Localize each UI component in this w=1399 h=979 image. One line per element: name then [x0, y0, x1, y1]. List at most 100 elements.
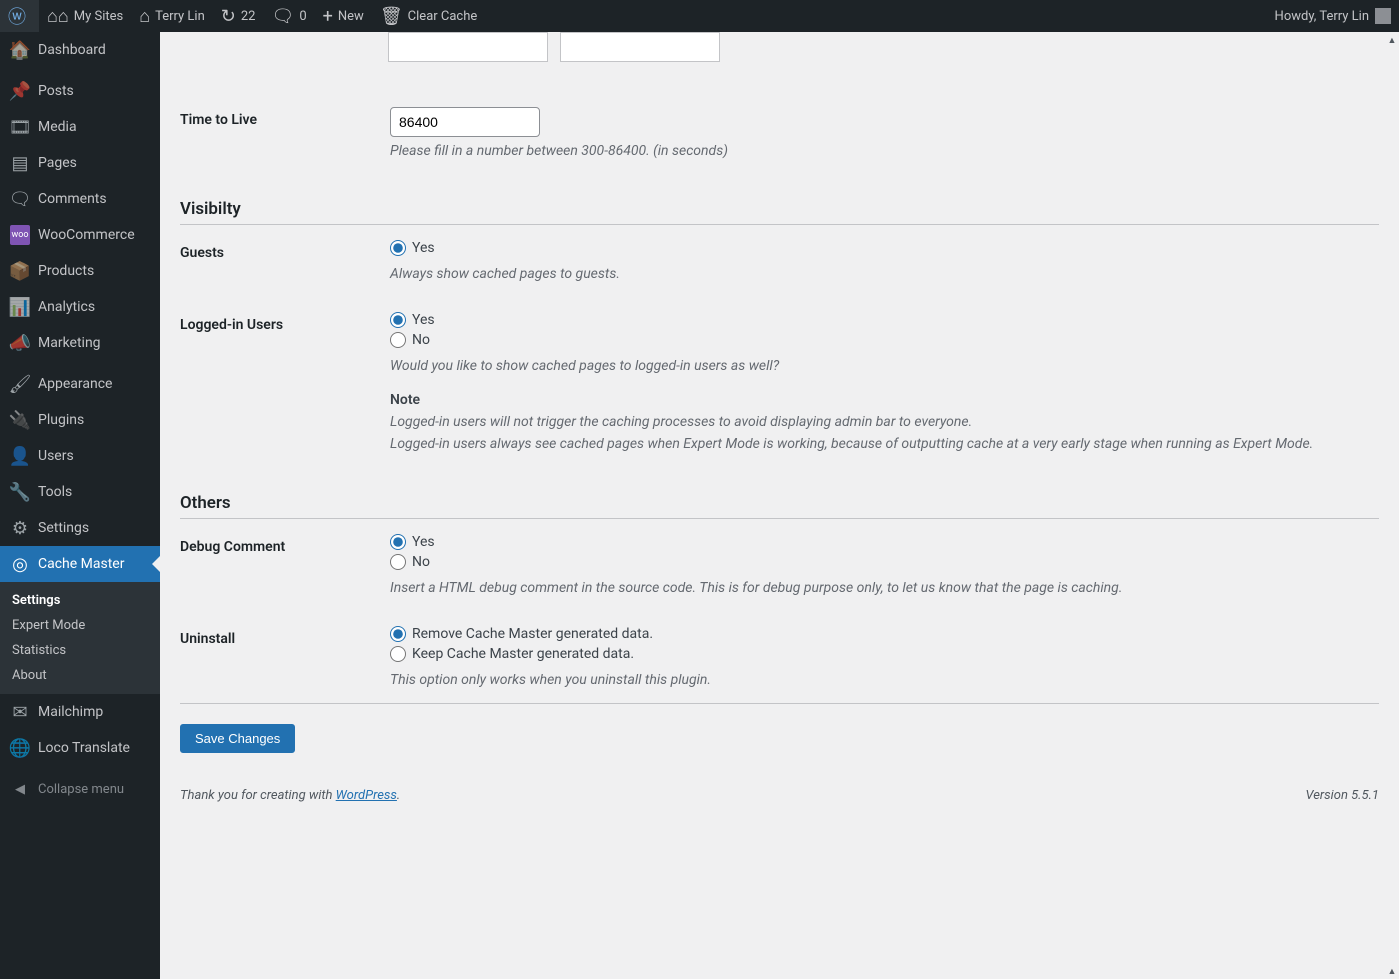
translate-icon: 🌐: [10, 738, 30, 758]
submenu-expert-mode[interactable]: Expert Mode: [0, 613, 160, 638]
sidebar-item-plugins[interactable]: 🔌Plugins: [0, 402, 160, 438]
sites-icon: ⌂⌂: [47, 6, 69, 27]
footer: Thank you for creating with WordPress. V…: [160, 773, 1399, 818]
sidebar-item-settings[interactable]: ⚙Settings: [0, 510, 160, 546]
sidebar-item-products[interactable]: 📦Products: [0, 253, 160, 289]
loggedin-yes-label: Yes: [412, 312, 435, 328]
site-name-menu[interactable]: ⌂Terry Lin: [131, 0, 213, 32]
new-content-menu[interactable]: +New: [315, 0, 372, 32]
loggedin-no-radio[interactable]: [390, 332, 406, 348]
visibility-heading: Visibilty: [180, 199, 1379, 219]
howdy-label: Howdy, Terry Lin: [1275, 9, 1369, 24]
guests-yes-option[interactable]: Yes: [390, 240, 435, 256]
option-card[interactable]: [388, 32, 548, 62]
uninstall-remove-label: Remove Cache Master generated data.: [412, 626, 653, 642]
clear-cache-button[interactable]: 🗑 Clear Cache: [372, 0, 485, 32]
guests-yes-radio[interactable]: [390, 240, 406, 256]
sidebar-item-posts[interactable]: 📌Posts: [0, 73, 160, 109]
section-divider: [180, 703, 1379, 704]
debug-yes-option[interactable]: Yes: [390, 534, 435, 550]
admin-sidebar: 🏠 Dashboard 📌Posts 🎞Media ▤Pages 🗨Comment…: [0, 32, 160, 979]
site-name-label: Terry Lin: [155, 9, 205, 24]
sidebar-item-label: Pages: [38, 155, 77, 171]
uninstall-label: Uninstall: [180, 611, 380, 703]
sidebar-item-label: Users: [38, 448, 74, 464]
comments-menu[interactable]: 🗨0: [263, 0, 314, 32]
uninstall-keep-option[interactable]: Keep Cache Master generated data.: [390, 646, 634, 662]
account-menu[interactable]: Howdy, Terry Lin: [1267, 0, 1399, 32]
trash-icon: 🗑: [380, 6, 403, 27]
debug-yes-label: Yes: [412, 534, 435, 550]
sidebar-item-pages[interactable]: ▤Pages: [0, 145, 160, 181]
new-label: New: [338, 9, 364, 24]
user-icon: 👤: [10, 446, 30, 466]
debug-label: Debug Comment: [180, 519, 380, 611]
cache-icon: ◎: [10, 554, 30, 574]
sidebar-item-users[interactable]: 👤 Users: [0, 438, 160, 474]
ttl-input[interactable]: [390, 107, 540, 137]
note-line-2: Logged-in users always see cached pages …: [390, 436, 1369, 452]
clear-cache-label: Clear Cache: [408, 9, 478, 24]
analytics-icon: 📊: [10, 297, 30, 317]
sidebar-item-cache-master[interactable]: ◎ Cache Master: [0, 546, 160, 582]
sidebar-item-label: Dashboard: [38, 42, 106, 58]
sidebar-item-appearance[interactable]: 🖌 Appearance: [0, 366, 160, 402]
note-heading: Note: [390, 392, 1369, 408]
brush-icon: 🖌: [10, 374, 30, 394]
dashboard-icon: 🏠: [10, 40, 30, 60]
collapse-menu[interactable]: ◀Collapse menu: [0, 771, 160, 807]
debug-no-option[interactable]: No: [390, 554, 430, 570]
debug-no-radio[interactable]: [390, 554, 406, 570]
sidebar-item-media[interactable]: 🎞Media: [0, 109, 160, 145]
save-button[interactable]: Save Changes: [180, 724, 295, 753]
comment-icon: 🗨: [10, 189, 30, 209]
sidebar-item-label: Loco Translate: [38, 740, 130, 756]
debug-yes-radio[interactable]: [390, 534, 406, 550]
updates-count: 22: [241, 9, 256, 24]
sidebar-item-comments[interactable]: 🗨Comments: [0, 181, 160, 217]
sidebar-item-tools[interactable]: 🔧Tools: [0, 474, 160, 510]
guests-description: Always show cached pages to guests.: [390, 266, 1369, 282]
sidebar-item-woocommerce[interactable]: wooWooCommerce: [0, 217, 160, 253]
comment-icon: 🗨: [271, 6, 294, 27]
vertical-scrollbar[interactable]: ▲ ▲: [1385, 32, 1399, 979]
loggedin-yes-radio[interactable]: [390, 312, 406, 328]
mail-icon: ✉: [10, 702, 30, 722]
my-sites-menu[interactable]: ⌂⌂My Sites: [39, 0, 131, 32]
plugin-icon: 🔌: [10, 410, 30, 430]
comments-count: 0: [299, 9, 306, 24]
uninstall-keep-label: Keep Cache Master generated data.: [412, 646, 634, 662]
uninstall-remove-radio[interactable]: [390, 626, 406, 642]
sidebar-item-analytics[interactable]: 📊 Analytics: [0, 289, 160, 325]
sidebar-item-loco[interactable]: 🌐 Loco Translate: [0, 730, 160, 766]
wp-logo[interactable]: ⓦ: [0, 0, 39, 32]
guests-label: Guests: [180, 225, 380, 297]
loggedin-yes-option[interactable]: Yes: [390, 312, 435, 328]
sidebar-item-label: Marketing: [38, 335, 101, 351]
sidebar-item-label: Media: [38, 119, 77, 135]
sidebar-item-label: Cache Master: [38, 556, 124, 572]
scroll-up-arrow[interactable]: ▲: [1385, 32, 1399, 48]
wrench-icon: 🔧: [10, 482, 30, 502]
submenu-settings[interactable]: Settings: [0, 588, 160, 613]
updates-menu[interactable]: ↻22: [213, 0, 264, 32]
uninstall-description: This option only works when you uninstal…: [390, 672, 1369, 688]
submenu-about[interactable]: About: [0, 663, 160, 688]
scroll-down-arrow[interactable]: ▲: [1385, 963, 1399, 979]
sidebar-item-marketing[interactable]: 📣 Marketing: [0, 325, 160, 361]
loggedin-no-option[interactable]: No: [390, 332, 430, 348]
uninstall-keep-radio[interactable]: [390, 646, 406, 662]
option-card[interactable]: [560, 32, 720, 62]
submenu-statistics[interactable]: Statistics: [0, 638, 160, 663]
sidebar-item-label: Appearance: [38, 376, 112, 392]
sidebar-item-mailchimp[interactable]: ✉ Mailchimp: [0, 694, 160, 730]
others-heading: Others: [180, 493, 1379, 513]
footer-wp-link[interactable]: WordPress: [336, 788, 397, 803]
megaphone-icon: 📣: [10, 333, 30, 353]
uninstall-remove-option[interactable]: Remove Cache Master generated data.: [390, 626, 653, 642]
sidebar-item-label: Mailchimp: [38, 704, 103, 720]
note-line-1: Logged-in users will not trigger the cac…: [390, 414, 1369, 430]
sidebar-item-dashboard[interactable]: 🏠 Dashboard: [0, 32, 160, 68]
sidebar-item-label: Analytics: [38, 299, 95, 315]
collapse-icon: ◀: [10, 779, 30, 799]
